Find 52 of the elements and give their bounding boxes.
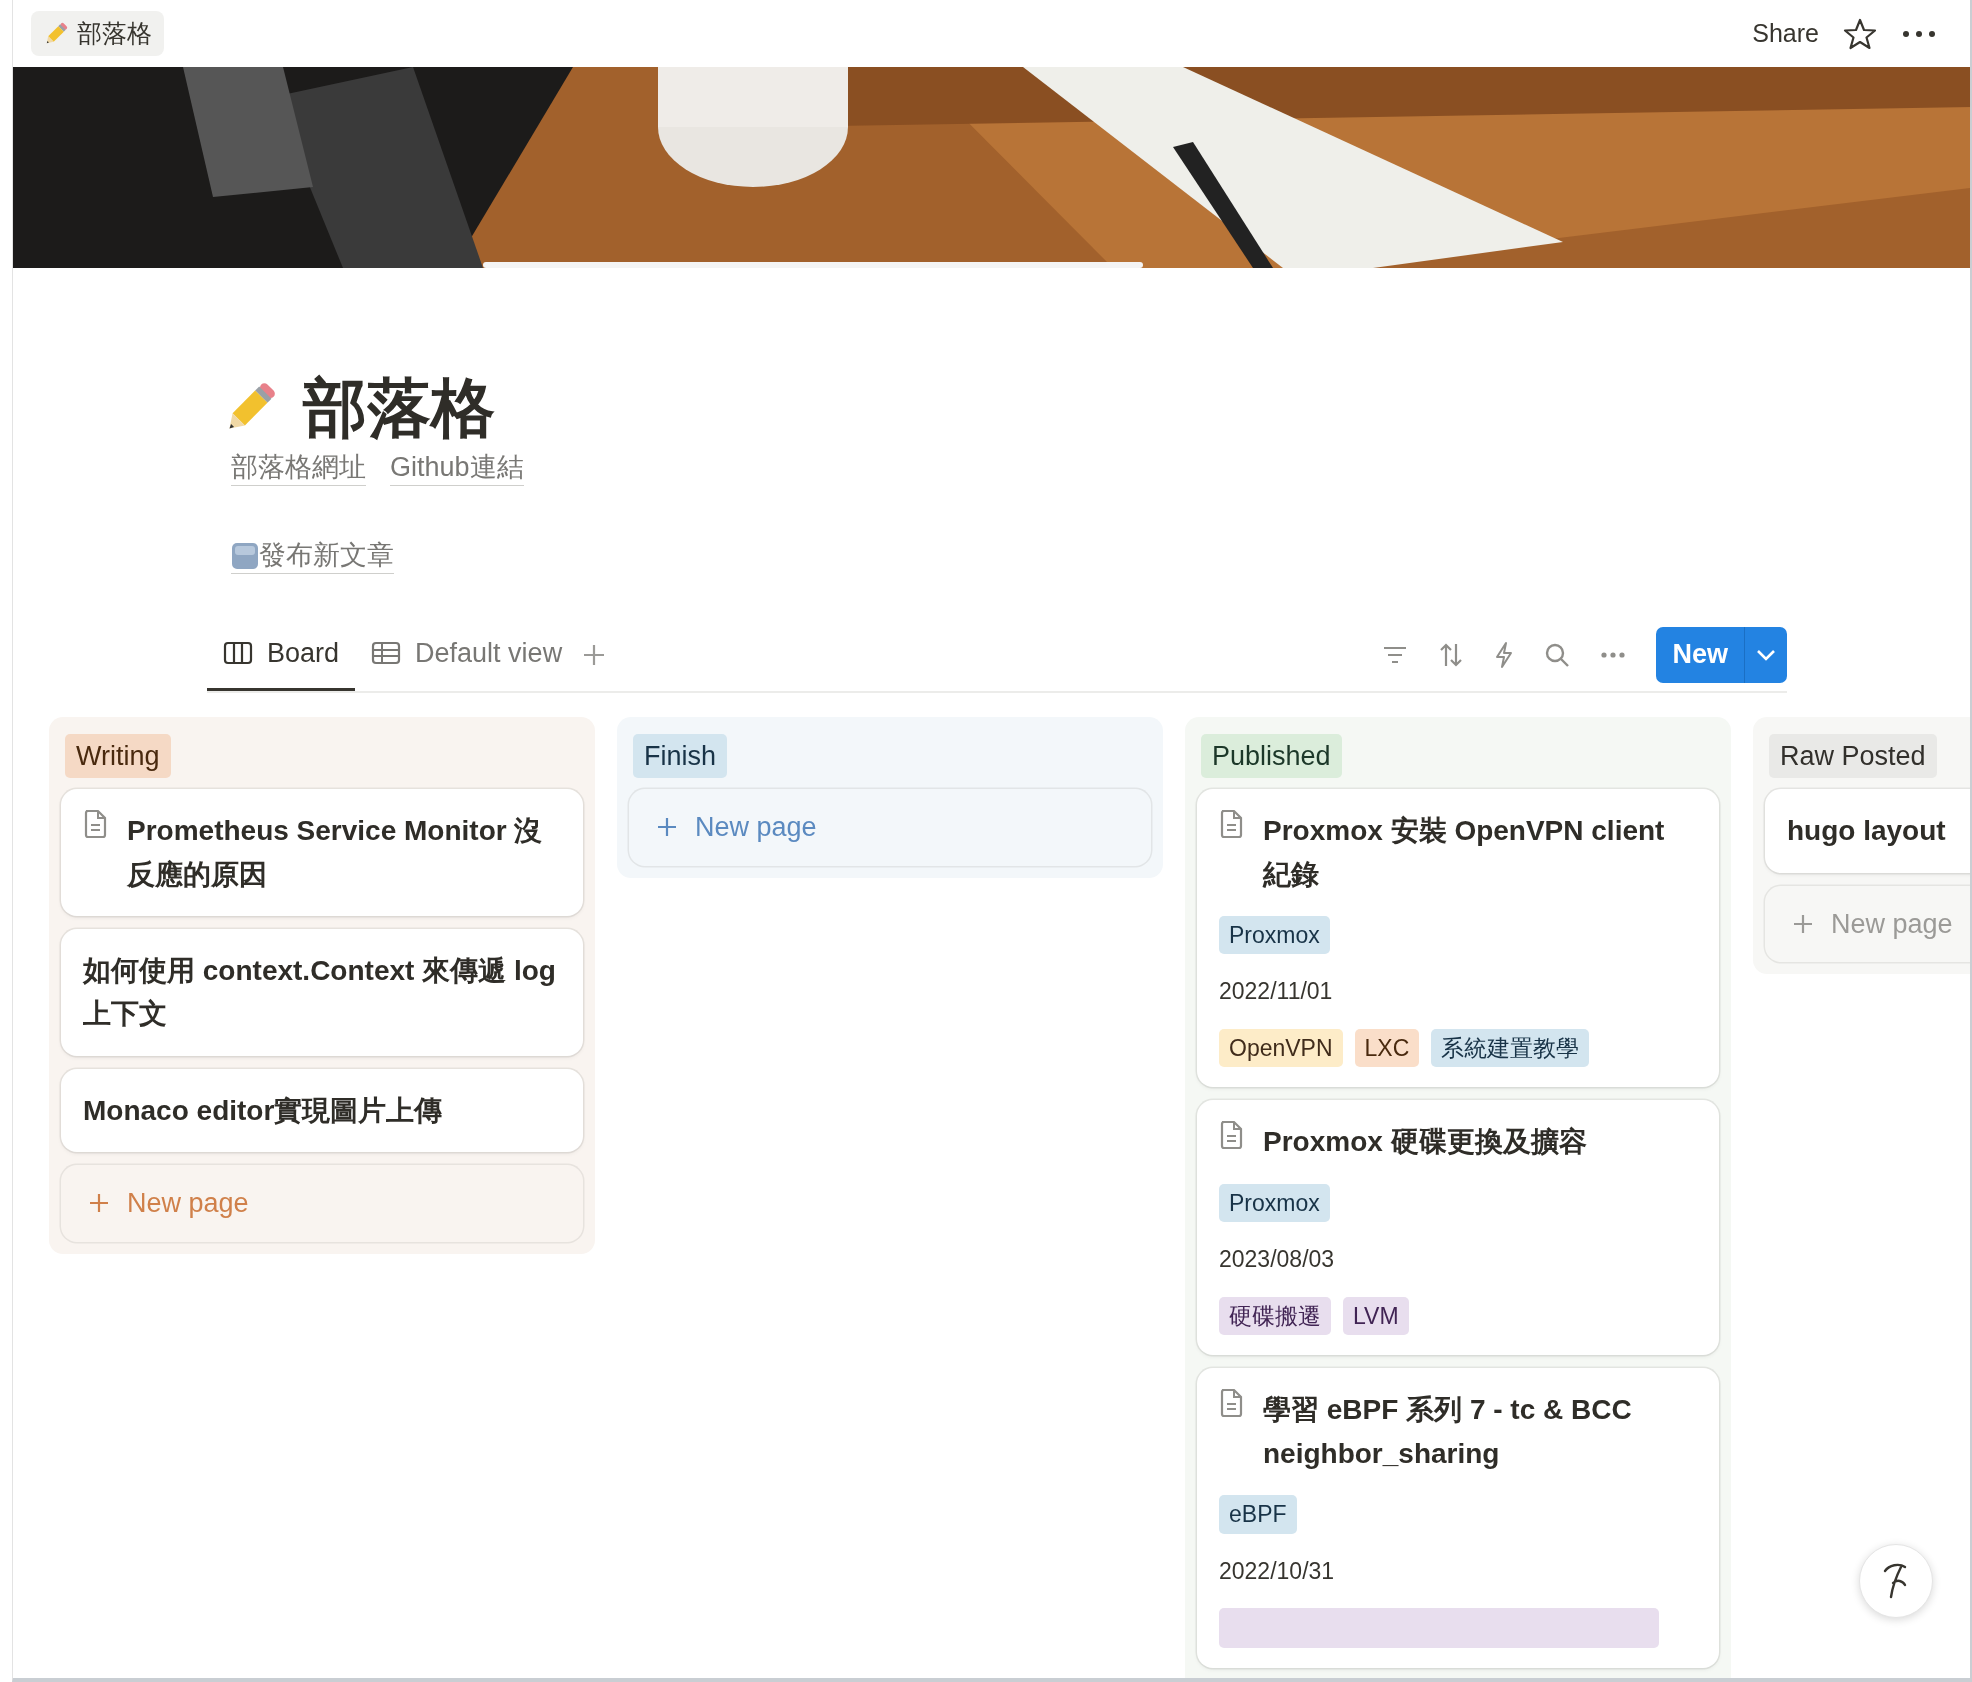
tag: 系統建置教學: [1431, 1028, 1590, 1068]
card-title: Prometheus Service Monitor 沒反應的原因: [127, 814, 544, 892]
card-title: 如何使用 context.Context 來傳遞 log 上下文: [83, 953, 557, 1032]
page-title: 部落格: [303, 371, 495, 446]
sort-icon[interactable]: [1438, 641, 1465, 668]
column-label: Finish: [633, 733, 728, 779]
tag: eBPF: [1219, 1495, 1297, 1534]
new-button[interactable]: New: [1656, 626, 1787, 683]
page-link[interactable]: 部落格網址: [231, 450, 366, 487]
card-date: 2022/11/01: [1219, 977, 1334, 1007]
board-card[interactable]: Proxmox 安裝 OpenVPN client 紀錄 Proxmox 2022/11/01 OpenVPN LXC 系統建置教學: [1197, 789, 1719, 1088]
card-title: Monaco editor實現圖片上傳: [83, 1093, 443, 1128]
board-icon: [223, 640, 253, 667]
caret-icon: [1755, 647, 1777, 662]
search-icon[interactable]: [1544, 641, 1571, 668]
column-label: Writing: [65, 733, 171, 779]
tag: LVM: [1343, 1296, 1409, 1336]
tag: 硬碟搬遷: [1219, 1296, 1331, 1336]
column-label: Published: [1201, 733, 1342, 779]
board-card[interactable]: hugo layout: [1765, 789, 1972, 873]
board-card[interactable]: 學習 eBPF 系列 7 - tc & BCC neighbor_sharing eBPF 2022/10/31: [1197, 1368, 1719, 1669]
page-link[interactable]: Github連結: [390, 450, 524, 487]
lightning-icon[interactable]: [1494, 640, 1515, 669]
star-icon[interactable]: [1843, 16, 1877, 51]
tag: Proxmox: [1219, 915, 1330, 955]
new-badge-icon: [231, 541, 259, 570]
plus-icon: [1793, 913, 1813, 934]
tag: LXC: [1354, 1028, 1420, 1068]
card-title: Proxmox 硬碟更換及擴容: [1263, 1125, 1587, 1160]
plus-icon: [89, 1193, 109, 1214]
tag: OpenVPN: [1219, 1028, 1343, 1068]
board-card[interactable]: 如何使用 context.Context 來傳遞 log 上下文: [61, 928, 583, 1056]
more-icon[interactable]: [1901, 28, 1937, 39]
view-tab[interactable]: Default view: [355, 618, 579, 691]
card-date: 2023/08/03: [1219, 1245, 1336, 1275]
table-icon: [371, 640, 402, 667]
column-label: Raw Posted: [1769, 733, 1937, 779]
plus-icon[interactable]: [582, 642, 607, 667]
page-link[interactable]: 發布新文章: [231, 538, 394, 575]
share-button[interactable]: Share: [1752, 14, 1819, 53]
board-card[interactable]: Proxmox 硬碟更換及擴容 Proxmox 2023/08/03 硬碟搬遷 LVM: [1197, 1100, 1719, 1356]
card-title: 學習 eBPF 系列 7 - tc & BCC neighbor_sharing: [1263, 1393, 1633, 1471]
board-card[interactable]: Monaco editor實現圖片上傳: [61, 1068, 583, 1153]
card-title: hugo layout: [1787, 814, 1946, 849]
plus-icon: [657, 817, 677, 838]
view-tab[interactable]: Board: [207, 618, 356, 691]
board-card[interactable]: Prometheus Service Monitor 沒反應的原因: [61, 789, 583, 916]
breadcrumb-item[interactable]: 部落格: [31, 10, 164, 57]
tag: Proxmox: [1219, 1183, 1330, 1223]
card-date: 2022/10/31: [1219, 1556, 1336, 1586]
help-button[interactable]: [1859, 1544, 1933, 1618]
card-title: Proxmox 安裝 OpenVPN client 紀錄: [1263, 814, 1666, 892]
